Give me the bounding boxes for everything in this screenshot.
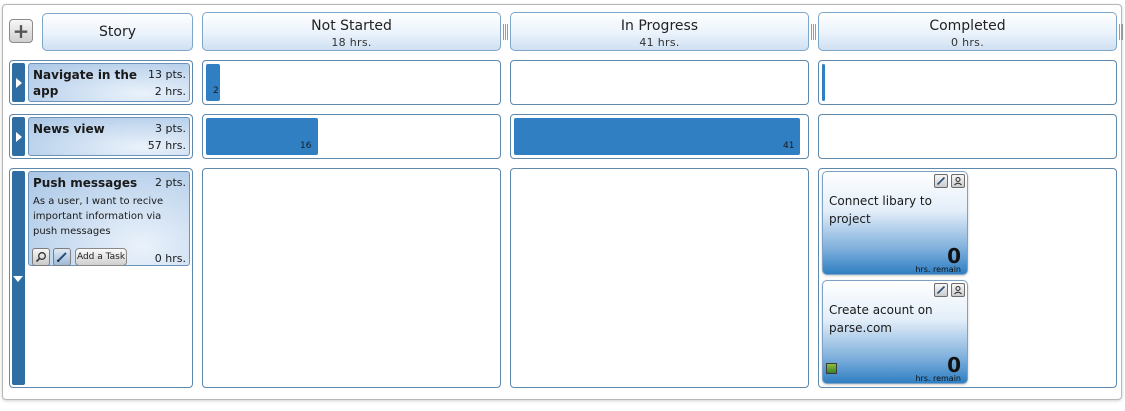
user-icon	[954, 285, 962, 295]
column-header-in-progress[interactable]: In Progress 41 hrs.	[510, 12, 809, 51]
edit-task-button[interactable]	[934, 283, 948, 297]
assign-task-button[interactable]	[951, 174, 965, 188]
story-description: As a user, I want to recive important in…	[33, 196, 164, 237]
cell-in-progress	[510, 60, 809, 105]
story-hours: 57 hrs.	[147, 139, 186, 152]
edit-button[interactable]	[53, 248, 71, 266]
cell-in-progress	[510, 168, 809, 388]
column-title: Completed	[929, 18, 1006, 34]
attachment-icon	[826, 363, 837, 374]
expand-arrow-icon	[15, 77, 22, 88]
add-story-button[interactable]: +	[9, 19, 33, 43]
collapse-arrow-icon	[13, 276, 23, 282]
column-hours: 41 hrs.	[639, 36, 680, 49]
task-remaining-unit: hrs. remain	[915, 265, 961, 274]
row-expand-toggle[interactable]	[12, 117, 25, 156]
bar-value-label: 41	[783, 141, 795, 151]
task-title: Create acount on parse.com	[829, 303, 933, 335]
bar-value-label: 16	[300, 141, 312, 151]
column-hours: 18 hrs.	[331, 36, 372, 49]
edit-task-button[interactable]	[934, 174, 948, 188]
story-column-header: Story	[42, 13, 193, 51]
column-resize-handle[interactable]	[1119, 24, 1123, 40]
cell-not-started	[202, 60, 501, 105]
task-card[interactable]: Connect libary to project 0 hrs. remain	[822, 171, 968, 275]
story-points: 13 pts.	[147, 68, 186, 81]
search-button[interactable]	[32, 248, 50, 266]
search-icon	[35, 252, 46, 263]
cell-completed	[818, 60, 1117, 105]
column-resize-handle[interactable]	[811, 24, 816, 40]
task-title: Connect libary to project	[829, 194, 932, 226]
column-resize-handle[interactable]	[503, 24, 508, 40]
plus-icon: +	[12, 19, 30, 43]
task-card[interactable]: Create acount on parse.com 0 hrs. remain	[822, 280, 968, 384]
cell-not-started	[202, 168, 501, 388]
row-collapse-toggle[interactable]	[12, 171, 25, 385]
story-header-label: Story	[99, 24, 136, 40]
column-title: Not Started	[311, 18, 392, 34]
cell-completed	[818, 114, 1117, 159]
column-header-not-started[interactable]: Not Started 18 hrs.	[202, 12, 501, 51]
pencil-icon	[936, 285, 946, 295]
pencil-icon	[56, 252, 67, 263]
expand-arrow-icon	[15, 131, 22, 142]
story-title: Navigate in the app	[33, 68, 138, 98]
task-remaining-unit: hrs. remain	[915, 374, 961, 383]
story-points: 3 pts.	[154, 122, 186, 135]
story-hours: 0 hrs.	[154, 252, 186, 265]
pencil-icon	[936, 176, 946, 186]
row-expand-toggle[interactable]	[12, 63, 25, 102]
story-card[interactable]: Navigate in the app 13 pts. 2 hrs.	[28, 63, 190, 102]
story-title: Push messages	[33, 176, 138, 190]
story-card[interactable]: Push messages 2 pts. As a user, I want t…	[28, 171, 190, 266]
column-title: In Progress	[620, 18, 699, 34]
story-points: 2 pts.	[154, 176, 186, 189]
bar-value-label: 2	[213, 86, 219, 96]
column-hours: 0 hrs.	[950, 36, 985, 49]
story-hours: 2 hrs.	[154, 85, 186, 98]
progress-bar-in-progress[interactable]	[514, 118, 800, 155]
progress-bar-completed[interactable]	[822, 64, 825, 101]
column-header-completed[interactable]: Completed 0 hrs.	[818, 12, 1117, 51]
story-card[interactable]: News view 3 pts. 57 hrs.	[28, 117, 190, 156]
assign-task-button[interactable]	[951, 283, 965, 297]
user-icon	[954, 176, 962, 186]
story-title: News view	[33, 122, 105, 136]
add-task-button[interactable]: Add a Task	[75, 248, 127, 266]
